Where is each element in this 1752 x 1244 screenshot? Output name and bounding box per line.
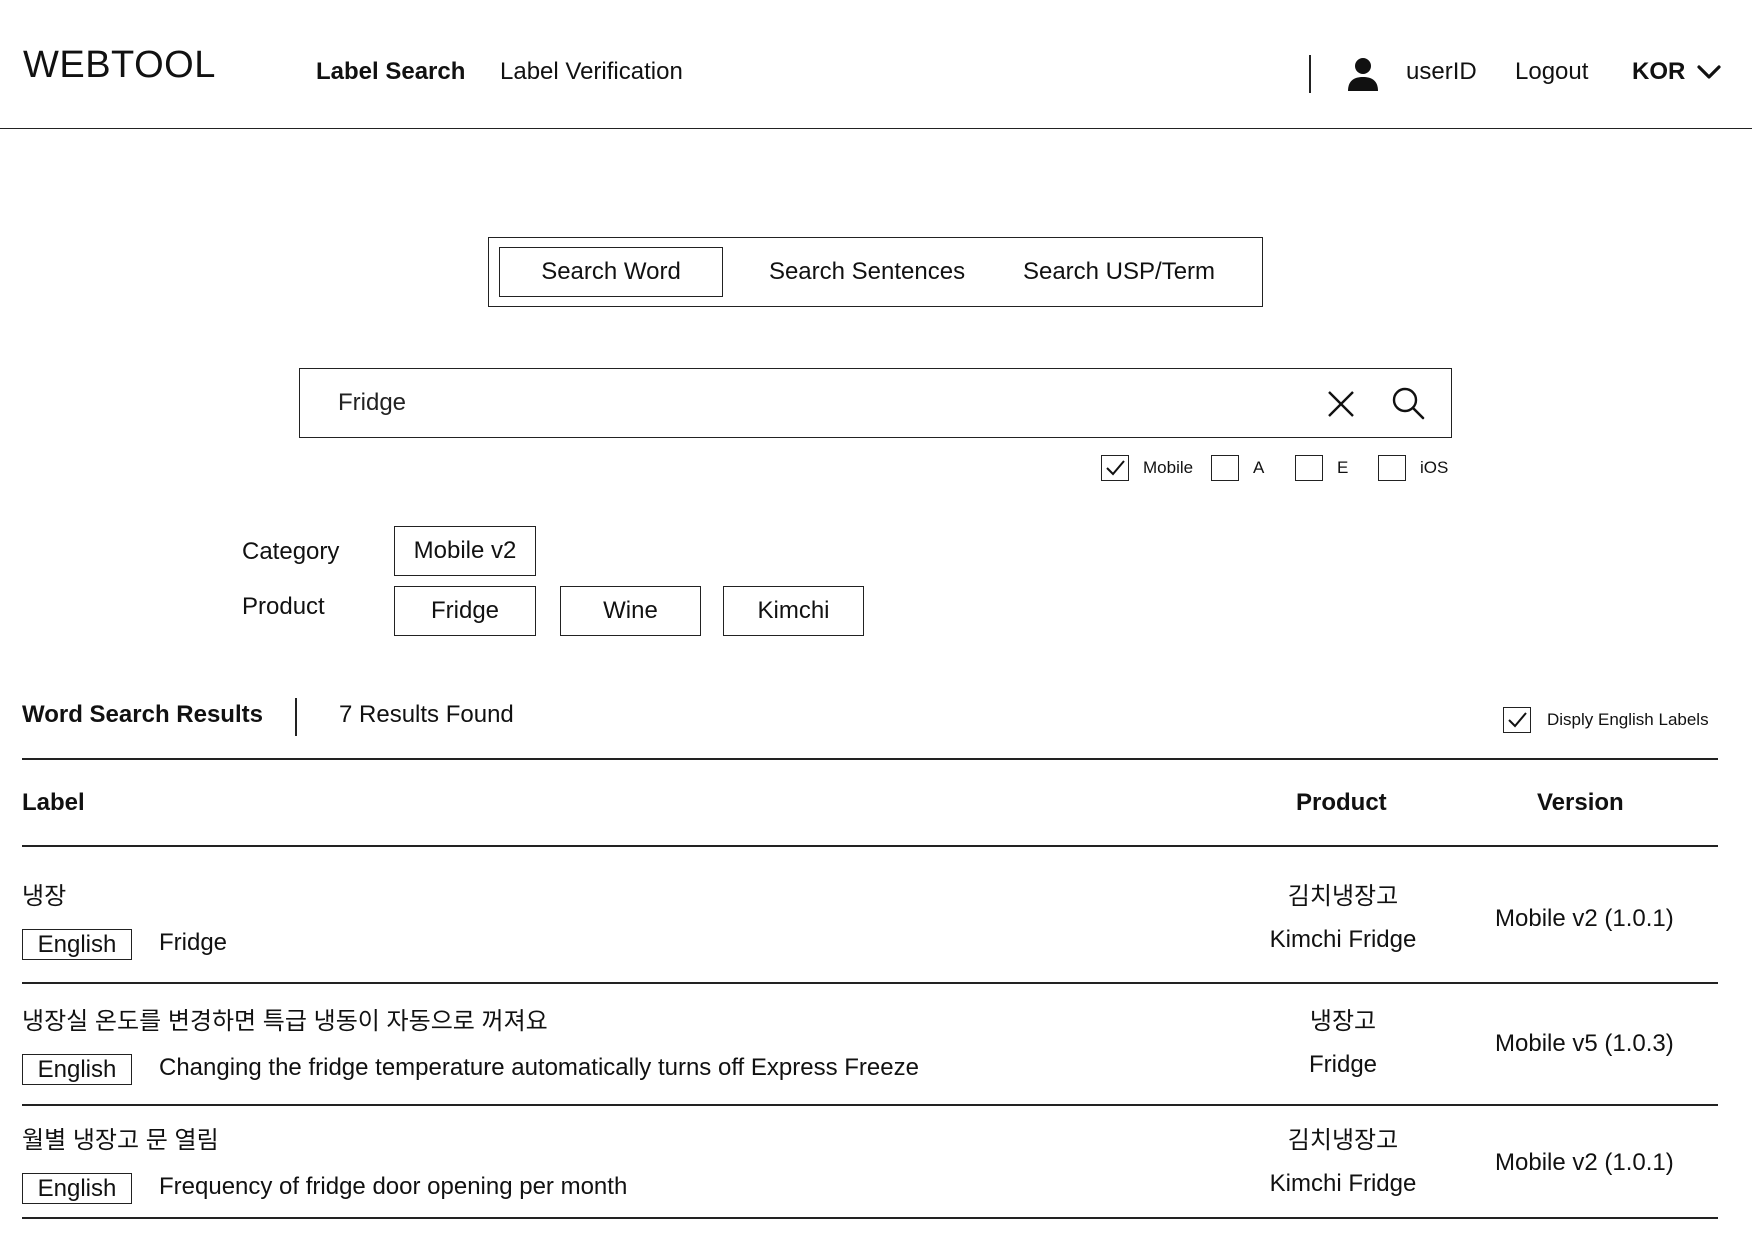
english-tag: English: [22, 1054, 132, 1085]
results-divider: [295, 698, 297, 736]
chevron-down-icon: [1697, 65, 1721, 79]
tab-search-sentences[interactable]: Search Sentences: [757, 247, 977, 297]
product-english: Fridge: [1308, 1051, 1378, 1078]
display-english-toggle: Disply English Labels: [1503, 707, 1709, 733]
platform-filter-ios: iOS: [1378, 455, 1448, 481]
checkbox-display-english[interactable]: [1503, 707, 1531, 733]
checkmark-icon: [1106, 460, 1125, 476]
divider: [22, 1104, 1718, 1106]
label-english: Changing the fridge temperature automati…: [159, 1054, 919, 1081]
checkbox-ios[interactable]: [1378, 455, 1406, 481]
language-label: KOR: [1632, 58, 1686, 85]
search-icon[interactable]: [1390, 385, 1426, 421]
product-chip-fridge[interactable]: Fridge: [394, 586, 536, 636]
checkbox-mobile[interactable]: [1101, 455, 1129, 481]
platform-label-ios: iOS: [1420, 458, 1449, 477]
category-label: Category: [242, 538, 340, 565]
results-title: Word Search Results: [22, 701, 263, 728]
nav-label-verification[interactable]: Label Verification: [500, 58, 683, 86]
product-korean: 김치냉장고: [1287, 883, 1399, 910]
label-korean: 월별 냉장고 문 열림: [22, 1127, 219, 1154]
clear-icon[interactable]: [1324, 387, 1358, 421]
label-english: Fridge: [159, 929, 228, 956]
app-logo[interactable]: WEBTOOL: [23, 44, 216, 87]
divider: [22, 758, 1718, 760]
header-divider: [1309, 55, 1311, 93]
platform-filter-e: E: [1295, 455, 1348, 481]
platform-label-e: E: [1337, 458, 1349, 477]
column-header-version: Version: [1537, 789, 1624, 816]
language-selector[interactable]: KOR: [1632, 58, 1721, 86]
platform-filter-mobile: Mobile: [1101, 455, 1193, 481]
top-header: WEBTOOL Label Search Label Verification …: [0, 0, 1752, 129]
category-chip-mobile-v2[interactable]: Mobile v2: [394, 526, 536, 576]
english-tag: English: [22, 929, 132, 960]
product-chip-wine[interactable]: Wine: [560, 586, 701, 636]
divider: [22, 845, 1718, 847]
platform-filter-a: A: [1211, 455, 1264, 481]
search-box: [299, 368, 1452, 438]
tab-search-word[interactable]: Search Word: [499, 247, 723, 297]
checkbox-a[interactable]: [1211, 455, 1239, 481]
divider: [22, 982, 1718, 984]
divider: [22, 1217, 1718, 1219]
english-tag: English: [22, 1173, 132, 1204]
product-english: Kimchi Fridge: [1269, 1170, 1417, 1197]
platform-label-mobile: Mobile: [1143, 458, 1194, 477]
version: Mobile v5 (1.0.3): [1495, 1030, 1674, 1057]
results-count: 7 Results Found: [339, 701, 514, 728]
checkbox-e[interactable]: [1295, 455, 1323, 481]
version: Mobile v2 (1.0.1): [1495, 905, 1674, 932]
product-korean: 냉장고: [1309, 1008, 1377, 1035]
product-english: Kimchi Fridge: [1269, 926, 1417, 953]
display-english-label: Disply English Labels: [1547, 710, 1709, 729]
label-english: Frequency of fridge door opening per mon…: [159, 1173, 628, 1200]
label-korean: 냉장실 온도를 변경하면 특급 냉동이 자동으로 꺼져요: [22, 1008, 548, 1035]
column-header-product: Product: [1296, 789, 1387, 816]
product-label: Product: [242, 593, 325, 620]
user-icon: [1348, 58, 1378, 91]
search-input[interactable]: [338, 384, 1288, 422]
search-mode-tabs: Search Word Search Sentences Search USP/…: [488, 237, 1263, 307]
label-korean: 냉장: [22, 883, 67, 910]
user-id: userID: [1406, 58, 1477, 85]
nav-label-search[interactable]: Label Search: [316, 58, 465, 86]
product-korean: 김치냉장고: [1287, 1127, 1399, 1154]
platform-label-a: A: [1253, 458, 1265, 477]
version: Mobile v2 (1.0.1): [1495, 1149, 1674, 1176]
column-header-label: Label: [22, 789, 85, 816]
checkmark-icon: [1508, 712, 1527, 728]
tab-search-usp-term[interactable]: Search USP/Term: [1013, 247, 1225, 297]
logout-link[interactable]: Logout: [1515, 58, 1588, 86]
product-chip-kimchi[interactable]: Kimchi: [723, 586, 864, 636]
